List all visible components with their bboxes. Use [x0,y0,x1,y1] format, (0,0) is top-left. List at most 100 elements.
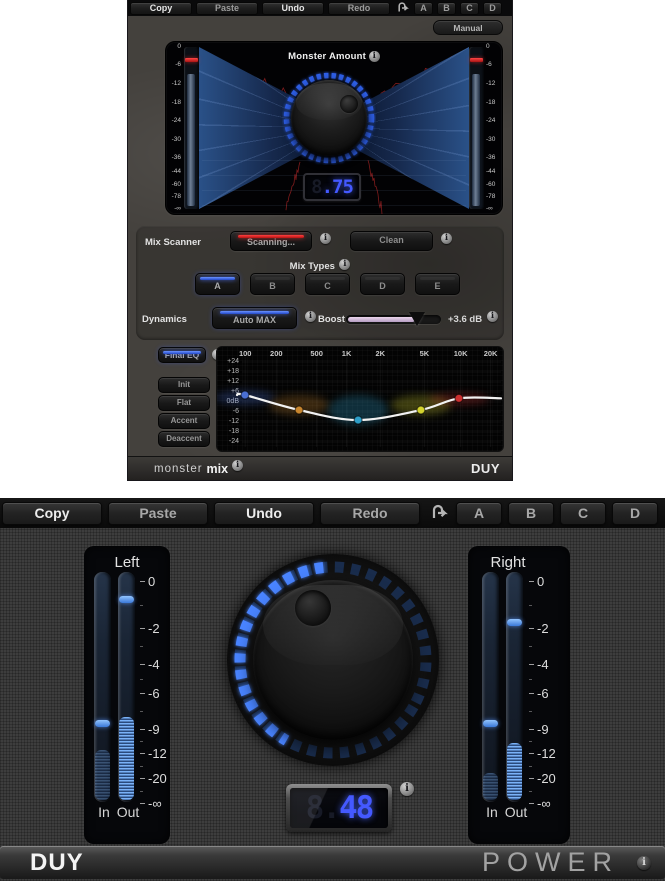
preset-slot-c-button[interactable]: C [460,2,479,15]
redo-return-arrow-icon[interactable] [394,1,410,15]
preset-slot-d-button[interactable]: D [612,502,658,525]
undo-button[interactable]: Undo [214,502,314,525]
clean-button[interactable]: Clean [350,231,433,251]
lcd-screen: 8.48 [290,788,388,828]
mix-type-b-button[interactable]: B [250,273,295,295]
scale-tick [529,753,534,754]
eq-preset-flat-button[interactable]: Flat [158,395,210,411]
scale-label: -6 [537,687,549,700]
boost-value: +3.6 dB [448,314,482,325]
eq-band-handle[interactable] [455,394,463,402]
power-readout: 8.48 [286,784,392,832]
boost-slider-handle[interactable] [409,312,425,326]
meter-scale-label: -36 [486,155,501,161]
info-icon[interactable]: i [637,856,651,870]
eq-band-handle[interactable] [417,406,425,414]
product-name: mix [207,462,229,476]
info-icon[interactable]: i [487,311,498,322]
mix-scanner-label: Mix Scanner [145,237,201,248]
monster-amount-knob[interactable] [282,71,376,165]
redo-button[interactable]: Redo [328,2,390,15]
boost-slider[interactable] [346,315,441,324]
meter-scale-label: -18 [486,100,501,106]
info-icon[interactable]: i [305,311,316,322]
meter-scale-label: -60 [486,182,501,188]
eq-preset-init-button[interactable]: Init [158,377,210,393]
scale-minor-tick [140,679,143,680]
info-icon[interactable]: i [369,51,380,62]
readout-ghost-digits: 8 [311,176,321,198]
scale-label: -4 [537,658,549,671]
info-icon[interactable]: i [441,233,452,244]
meter-scale-label: -78 [486,194,501,200]
channel-title: Right [468,554,548,571]
preset-slot-a-button[interactable]: A [456,502,502,525]
meter-scale-label: -∞ [166,206,181,212]
mix-type-a-button[interactable]: A [195,273,240,295]
scale-minor-tick [140,646,143,647]
knob-body[interactable] [253,580,413,740]
meter-scale-label: -44 [166,169,181,175]
meter-scale-label: -18 [166,100,181,106]
knob-body[interactable] [291,80,367,156]
info-icon[interactable]: i [339,259,350,270]
preset-slot-b-button[interactable]: B [508,502,554,525]
paste-button[interactable]: Paste [108,502,208,525]
eq-preset-deaccent-button[interactable]: Deaccent [158,431,210,447]
scale-minor-tick [140,711,143,712]
out-level-fill [119,717,134,800]
mix-type-d-button[interactable]: D [360,273,405,295]
auto-max-button[interactable]: Auto MAX [212,307,297,329]
scale-tick [140,778,145,779]
final-eq-button[interactable]: Final EQ [158,347,206,363]
scale-minor-tick [140,766,143,767]
scale-tick [529,628,534,629]
right-level-meter [469,47,484,209]
copy-button[interactable]: Copy [130,2,192,15]
redo-return-arrow-icon[interactable] [426,501,450,525]
meter-scale-label: 0 [486,44,501,50]
preset-slot-d-button[interactable]: D [483,2,502,15]
undo-button[interactable]: Undo [262,2,324,15]
in-level-fill [95,750,110,800]
scanning-button[interactable]: Scanning... [230,231,312,251]
scale-label: -20 [148,772,167,785]
mix-type-e-button[interactable]: E [415,273,460,295]
scale-label: -2 [148,622,160,635]
power-knob[interactable] [227,554,439,766]
knob-position-dimple [340,95,358,113]
preset-slot-b-button[interactable]: B [437,2,456,15]
final-eq-graph[interactable]: 1002005001K2K5K10K20K+24+18+12+60dB-6-12… [216,346,504,452]
scale-tick [529,664,534,665]
toolbar: Copy Paste Undo Redo ABCD [128,0,512,16]
info-icon[interactable]: i [232,460,243,471]
meter-scale-label: -30 [166,137,181,143]
mix-types-label: Mix Types [290,261,335,272]
info-icon[interactable]: i [400,782,414,796]
eq-band-handle[interactable] [354,416,362,424]
eq-preset-accent-button[interactable]: Accent [158,413,210,429]
scale-tick [529,778,534,779]
meter-scale-label: -44 [486,169,501,175]
eq-band-handle[interactable] [295,406,303,414]
info-icon[interactable]: i [320,233,331,244]
copy-button[interactable]: Copy [2,502,102,525]
brand-name: monster [154,463,203,475]
scanning-button-label: Scanning... [247,237,295,250]
redo-button[interactable]: Redo [320,502,420,525]
eq-band-handle[interactable] [241,391,249,399]
boost-label: Boost [318,314,345,325]
out-label: Out [110,804,146,820]
meter-scale-label: 0 [166,44,181,50]
preset-slot-c-button[interactable]: C [560,502,606,525]
manual-button[interactable]: Manual [433,20,503,35]
mix-type-c-button[interactable]: C [305,273,350,295]
paste-button[interactable]: Paste [196,2,258,15]
preset-slot-a-button[interactable]: A [414,2,433,15]
scale-tick [529,729,534,730]
monster-amount-label: Monster Amount i [166,51,502,62]
product-name: POWER [482,847,619,878]
readout-value: 48 [339,790,372,826]
meter-scale-label: -60 [166,182,181,188]
in-level-bar [94,572,111,802]
